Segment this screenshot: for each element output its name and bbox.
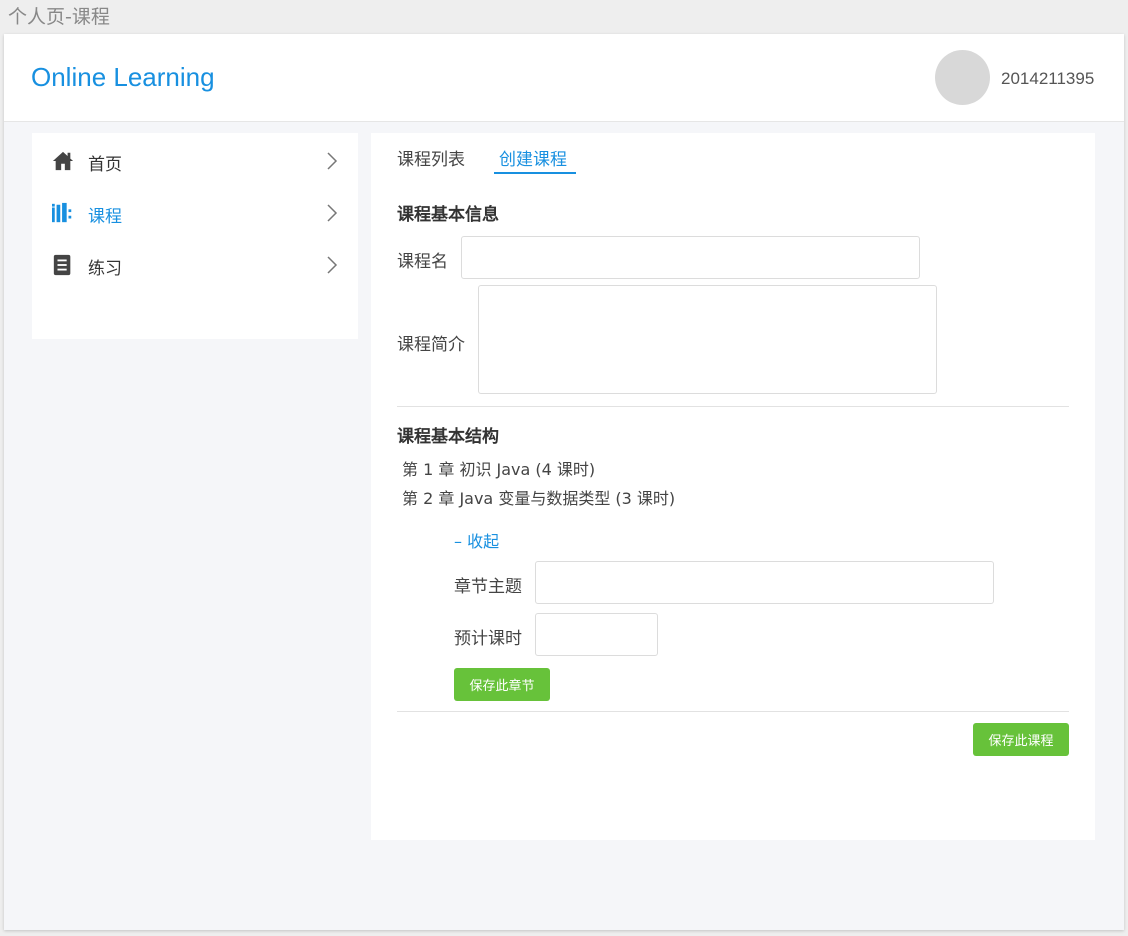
header: Online Learning 2014211395	[4, 34, 1124, 122]
chapter-item[interactable]: 第 2 章 Java 变量与数据类型 (3 课时)	[402, 485, 675, 509]
sidebar: 首页 课程 练习	[32, 133, 358, 339]
section-divider	[397, 711, 1069, 712]
home-icon	[52, 151, 74, 171]
section-divider	[397, 406, 1069, 407]
sidebar-item-label: 课程	[88, 207, 122, 227]
main-content: 课程列表 创建课程 课程基本信息 课程名 课程简介 课程基本结构 第 1 章 初…	[371, 133, 1095, 840]
list-icon	[53, 254, 71, 276]
chapter-topic-label: 章节主题	[454, 577, 522, 597]
sidebar-item-label: 练习	[88, 259, 122, 279]
save-chapter-button[interactable]: 保存此章节	[454, 668, 550, 701]
course-name-input[interactable]	[461, 236, 920, 279]
sidebar-item-label: 首页	[88, 155, 122, 175]
chevron-right-icon	[327, 204, 338, 222]
course-intro-label: 课程简介	[397, 335, 465, 355]
course-name-label: 课程名	[397, 252, 448, 272]
books-icon	[52, 202, 72, 223]
chapter-hours-label: 预计课时	[454, 629, 522, 649]
chevron-right-icon	[327, 256, 338, 274]
page-caption: 个人页-课程	[8, 6, 110, 28]
avatar[interactable]	[935, 50, 990, 105]
chapter-topic-input[interactable]	[535, 561, 994, 604]
collapse-link[interactable]: – 收起	[454, 528, 499, 552]
sidebar-item-exercises[interactable]: 练习	[32, 239, 358, 291]
tab-course-list[interactable]: 课程列表	[397, 145, 465, 170]
structure-title: 课程基本结构	[397, 427, 499, 447]
chevron-right-icon	[327, 152, 338, 170]
chapter-hours-input[interactable]	[535, 613, 658, 656]
chapter-item[interactable]: 第 1 章 初识 Java (4 课时)	[402, 456, 595, 480]
tab-create-course[interactable]: 创建课程	[499, 145, 567, 170]
course-intro-textarea[interactable]	[478, 285, 937, 394]
brand-title[interactable]: Online Learning	[31, 62, 215, 93]
app-window: Online Learning 2014211395 首页 课程 练习 课程列表…	[4, 34, 1124, 930]
sidebar-item-courses[interactable]: 课程	[32, 187, 358, 239]
save-course-button[interactable]: 保存此课程	[973, 723, 1069, 756]
basic-info-title: 课程基本信息	[397, 205, 499, 225]
sidebar-item-home[interactable]: 首页	[32, 135, 358, 187]
active-tab-indicator	[494, 172, 576, 174]
user-id[interactable]: 2014211395	[1001, 69, 1094, 89]
